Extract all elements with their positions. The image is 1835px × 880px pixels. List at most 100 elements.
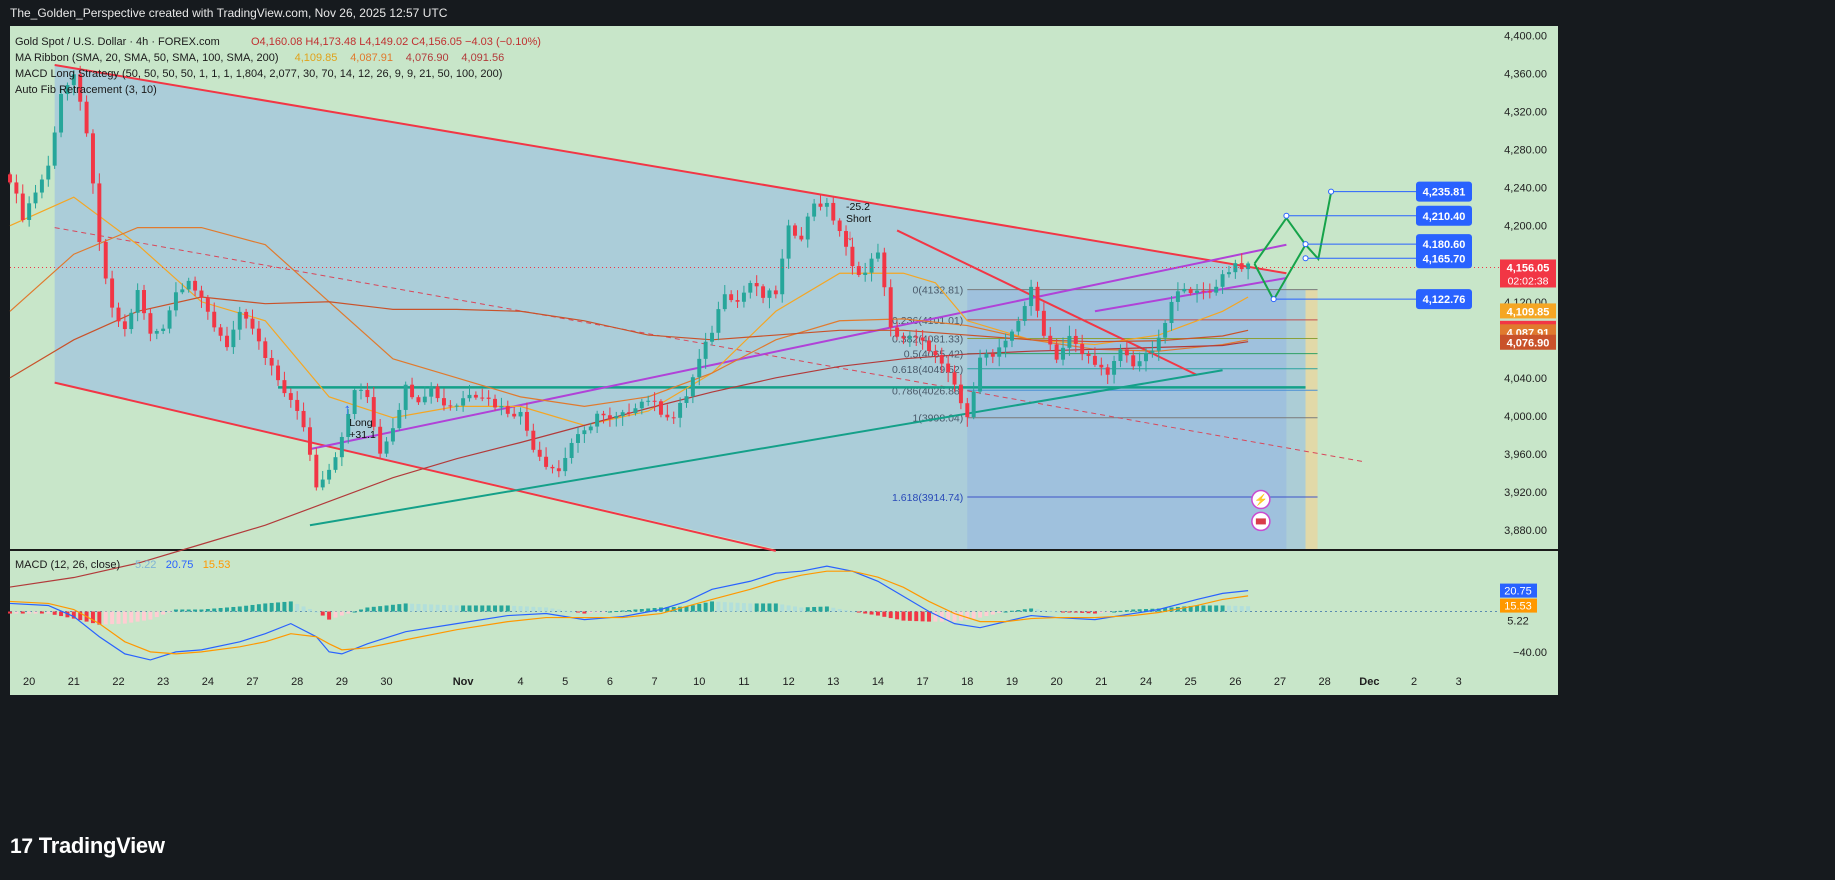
candle-body — [161, 328, 166, 331]
macd-histogram-bar — [307, 609, 312, 612]
macd-histogram-bar — [620, 610, 625, 612]
macd-histogram-bar — [607, 611, 612, 613]
candle-body — [378, 426, 383, 454]
candle-body — [1226, 272, 1231, 275]
macd-histogram-bar — [173, 609, 178, 612]
price-axis-label: 4,000.00 — [1504, 411, 1547, 423]
candle-body — [359, 389, 363, 391]
candle-body — [1137, 361, 1142, 367]
time-axis-label: 12 — [782, 676, 794, 688]
macd-histogram-bar — [295, 603, 300, 612]
candle-body — [129, 312, 134, 330]
candle-body — [767, 290, 772, 298]
macd-histogram-bar — [773, 603, 778, 612]
candle-body — [1118, 349, 1123, 362]
price-axis-label: 3,920.00 — [1504, 487, 1547, 499]
macd-histogram-bar — [486, 605, 491, 612]
macd-histogram-bar — [882, 611, 887, 617]
tradingview-logo[interactable]: 17 TradingView — [10, 833, 165, 859]
candle-body — [8, 174, 12, 183]
candle-body — [250, 318, 255, 329]
candle-body — [397, 409, 402, 429]
candle-body — [780, 258, 785, 295]
price-tag-countdown: 02:02:38 — [1508, 275, 1549, 287]
candle-body — [582, 430, 587, 435]
macd-histogram-bar — [282, 601, 287, 612]
macd-histogram-bar — [467, 605, 472, 612]
macd-histogram-bar — [703, 602, 708, 612]
macd-histogram-bar — [1226, 605, 1231, 612]
target-anchor-dot — [1302, 255, 1309, 262]
candle-body — [97, 183, 102, 243]
candle-body — [39, 179, 44, 193]
candle-body — [863, 272, 868, 275]
macd-histogram-bar — [716, 601, 721, 612]
time-axis-label: 21 — [68, 676, 80, 688]
candle-body — [1073, 335, 1078, 344]
price-axis-label: 4,320.00 — [1504, 107, 1547, 119]
target-anchor-dot — [1283, 212, 1290, 219]
macd-histogram-bar — [927, 611, 931, 622]
candle-body — [735, 300, 740, 302]
macd-axis-label: −40.00 — [1513, 647, 1547, 659]
macd-histogram-bar — [1073, 611, 1078, 613]
long-signal-profit: +31.1 — [349, 429, 376, 441]
candle-body — [282, 380, 287, 394]
candle-body — [658, 401, 663, 415]
time-axis-label: 4 — [517, 676, 523, 688]
macd-histogram-bar — [690, 605, 695, 612]
candle-body — [256, 328, 261, 342]
price-chart[interactable]: 0(4132.81)0.236(4101.01)0.382(4081.33)0.… — [0, 0, 1835, 875]
macd-histogram-bar — [544, 607, 549, 612]
macd-histogram-bar — [990, 611, 995, 615]
macd-histogram-bar — [844, 610, 849, 612]
candle-body — [799, 235, 804, 240]
macd-histogram-bar — [1246, 606, 1251, 612]
macd-histogram-bar — [601, 611, 606, 613]
macd-histogram-bar — [780, 604, 785, 612]
candle-body — [1201, 290, 1206, 292]
macd-legend-name: MACD (12, 26, close) — [15, 559, 120, 571]
macd-histogram-bar — [633, 609, 638, 612]
candle-body — [1169, 301, 1174, 323]
macd-histogram-bar — [978, 611, 983, 618]
candle-body — [84, 101, 89, 134]
macd-histogram-bar — [595, 611, 600, 613]
macd-histogram-bar — [518, 606, 523, 612]
macd-histogram-bar — [639, 609, 644, 612]
macd-histogram-bar — [1233, 605, 1238, 612]
time-axis-label: 20 — [1051, 676, 1063, 688]
candle-body — [493, 398, 498, 408]
legend-ma-value: 4,091.56 — [461, 52, 504, 64]
candle-body — [448, 405, 453, 407]
candle-body — [212, 311, 217, 328]
candle-body — [588, 426, 593, 431]
macd-histogram-bar — [1118, 610, 1123, 612]
candle-body — [550, 466, 555, 469]
candle-body — [173, 292, 178, 311]
candle-body — [729, 294, 734, 301]
candle-body — [59, 94, 64, 133]
candle-body — [978, 357, 983, 392]
candle-body — [1105, 367, 1110, 375]
macd-histogram-bar — [1112, 611, 1117, 613]
candle-body — [1195, 290, 1200, 293]
short-signal-profit: -25.2 — [846, 201, 870, 213]
candle-body — [20, 193, 25, 220]
macd-histogram-bar — [429, 604, 434, 612]
macd-histogram-bar — [263, 603, 268, 612]
chart-area[interactable]: 0(4132.81)0.236(4101.01)0.382(4081.33)0.… — [0, 0, 1835, 875]
candle-body — [633, 408, 638, 414]
price-tag-text: 4,109.85 — [1507, 306, 1550, 318]
macd-histogram-bar — [493, 605, 498, 612]
time-axis-label: 2 — [1411, 676, 1417, 688]
candle-body — [761, 286, 766, 298]
candle-body — [193, 280, 198, 291]
macd-histogram-bar — [129, 611, 134, 623]
candle-body — [952, 372, 957, 385]
macd-histogram-bar — [576, 611, 580, 613]
macd-histogram-bar — [710, 601, 714, 612]
candle-body — [461, 398, 466, 406]
target-anchor-dot — [1302, 241, 1309, 248]
price-axis-label: 4,040.00 — [1504, 373, 1547, 385]
